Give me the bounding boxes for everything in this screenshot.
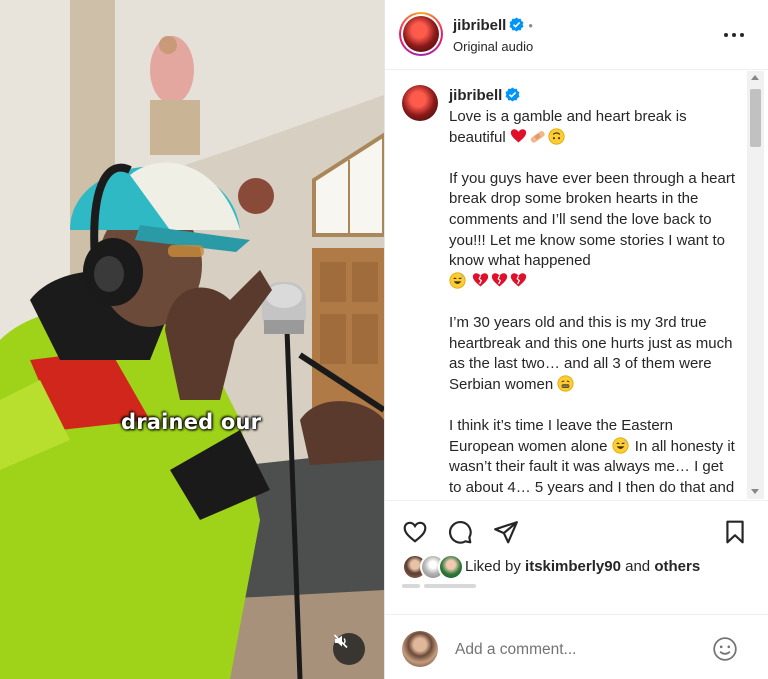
liker-avatar[interactable] — [438, 554, 464, 580]
caption-scrollbar[interactable] — [747, 71, 764, 499]
smiley-face-icon[interactable] — [712, 636, 738, 662]
post-panel: jibribell • Original audio jibribell Lov… — [384, 0, 768, 679]
scroll-thumb[interactable] — [750, 89, 761, 147]
speaker-muted-icon — [333, 634, 348, 649]
caption-paragraph-text: I’m 30 years old and this is my 3rd true… — [449, 313, 733, 393]
likes-text: Liked by itskimberly90 and others — [465, 558, 700, 575]
verified-badge-icon — [509, 17, 524, 32]
video-caption: drained our — [121, 410, 262, 434]
grimacing-face-icon — [557, 375, 574, 392]
separator-dot: • — [528, 18, 533, 33]
caption-paragraph: I’m 30 years old and this is my 3rd true… — [449, 313, 739, 395]
caption-text: Love is a gamble and heart break is beau… — [449, 107, 739, 499]
scroll-down-arrow-icon[interactable] — [751, 489, 759, 494]
verified-badge-icon — [505, 87, 520, 102]
caption-paragraph: If you guys have ever been through a hea… — [449, 169, 739, 293]
story-ring[interactable] — [399, 12, 443, 56]
header-username[interactable]: jibribell — [453, 17, 506, 34]
comment-input[interactable] — [453, 637, 697, 663]
comment-bubble-icon[interactable] — [447, 519, 473, 545]
more-options-icon[interactable] — [722, 26, 746, 44]
upside-down-face-icon — [548, 128, 565, 145]
caption-paragraph-text: Love is a gamble and heart break is beau… — [449, 108, 687, 146]
post-date-faded — [402, 582, 502, 590]
post-header: jibribell • Original audio — [385, 0, 768, 70]
reel-video[interactable]: drained our — [0, 0, 384, 679]
likes-others-link[interactable]: others — [654, 558, 700, 575]
broken-heart-icon — [473, 273, 489, 287]
comment-bar — [385, 614, 768, 679]
sweat-smile-icon — [612, 436, 629, 454]
broken-heart-icon — [511, 273, 527, 287]
red-heart-icon — [510, 128, 527, 143]
caption-paragraph: Love is a gamble and heart break is beau… — [449, 107, 739, 148]
heart-outline-icon[interactable] — [402, 519, 428, 545]
bandage-icon — [530, 130, 545, 143]
current-user-avatar — [402, 631, 438, 667]
mute-button[interactable] — [333, 633, 365, 665]
sweat-smile-icon — [449, 272, 466, 289]
likes-joiner: and — [625, 558, 651, 575]
caption-paragraph: I think it’s time I leave the Eastern Eu… — [449, 416, 739, 499]
caption-avatar[interactable] — [402, 85, 438, 121]
likes-row: Liked by itskimberly90 and others — [385, 552, 768, 582]
header-user: jibribell • — [453, 17, 533, 35]
likes-prefix: Liked by — [465, 558, 521, 575]
caption-username[interactable]: jibribell — [449, 87, 502, 104]
avatar — [403, 16, 439, 52]
audio-label[interactable]: Original audio — [453, 39, 533, 54]
caption-paragraph-text: If you guys have ever been through a hea… — [449, 169, 736, 270]
caption-user: jibribell — [449, 87, 520, 105]
scroll-up-arrow-icon[interactable] — [751, 75, 759, 80]
video-frame — [0, 0, 384, 679]
liker-username[interactable]: itskimberly90 — [525, 558, 621, 575]
send-paper-plane-icon[interactable] — [493, 519, 519, 545]
bookmark-icon[interactable] — [722, 519, 748, 545]
broken-heart-icon — [492, 273, 508, 287]
action-bar — [385, 500, 768, 560]
caption-area: jibribell Love is a gamble and heart bre… — [385, 71, 768, 499]
